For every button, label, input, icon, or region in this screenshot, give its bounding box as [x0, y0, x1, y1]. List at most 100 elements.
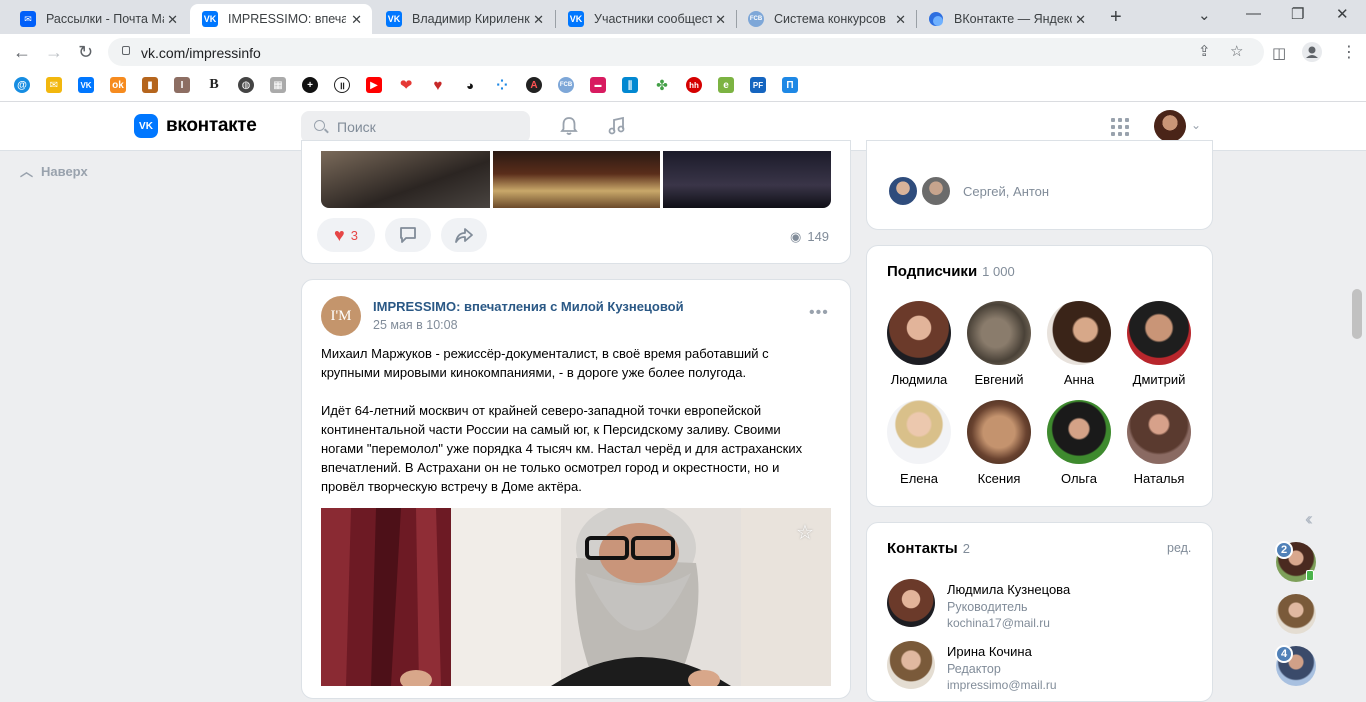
address-bar[interactable]: vk.com/impressinfo ⇪ ☆ — [108, 38, 1264, 66]
unread-badge: 4 — [1275, 645, 1293, 663]
edit-contacts-link[interactable]: ред. — [1167, 541, 1191, 555]
scroll-to-top-button[interactable]: ︿ Наверх — [20, 161, 88, 180]
tab-search-icon[interactable]: ⌄ — [1198, 6, 1211, 24]
contacts-header[interactable]: Контакты 2 — [887, 540, 970, 557]
subscriber-item[interactable]: Ольга — [1039, 400, 1119, 486]
vk-logo[interactable]: VK вконтакте — [134, 114, 257, 138]
subscribers-header[interactable]: Подписчики 1 000 — [887, 263, 1015, 280]
restore-button[interactable]: ❐ — [1291, 5, 1304, 23]
close-icon[interactable]: ✕ — [167, 12, 178, 28]
close-window-button[interactable]: ✕ — [1336, 5, 1349, 23]
friends-names[interactable]: Сергей, Антон — [963, 184, 1049, 199]
p-icon[interactable]: П — [782, 77, 798, 93]
heart-icon[interactable]: ♥ — [430, 77, 446, 94]
comment-button[interactable] — [385, 218, 431, 252]
subscriber-item[interactable]: Ксения — [959, 400, 1039, 486]
like-button[interactable]: ♥ 3 — [317, 218, 375, 252]
plus-icon[interactable]: + — [302, 77, 318, 93]
community-avatar[interactable]: I'M — [321, 296, 361, 336]
friend-avatar[interactable] — [920, 175, 952, 207]
more-options-icon[interactable]: ••• — [809, 304, 829, 322]
bookmark-star-icon[interactable]: ☆ — [1230, 42, 1243, 60]
subscriber-item[interactable]: Анна — [1039, 301, 1119, 387]
chevron-down-icon[interactable]: ⌄ — [1191, 118, 1201, 132]
e-icon[interactable]: e — [718, 77, 734, 93]
youtube-icon[interactable]: ▶ — [366, 77, 382, 93]
subscriber-item[interactable]: Евгений — [959, 301, 1039, 387]
afisha-icon[interactable]: A — [526, 77, 542, 93]
minimize-button[interactable]: — — [1246, 5, 1261, 22]
share-icon[interactable]: ⇪ — [1198, 42, 1211, 60]
post-author-link[interactable]: IMPRESSIMO: впечатления с Милой Кузнецов… — [373, 299, 684, 314]
new-tab-button[interactable]: + — [1110, 6, 1122, 29]
bookmark-icon[interactable]: ▦ — [270, 77, 286, 93]
subscriber-name: Ольга — [1060, 471, 1097, 486]
browser-tab[interactable]: ✉ Рассылки - Почта Ма ✕ — [8, 4, 188, 34]
post-date[interactable]: 25 мая в 10:08 — [373, 318, 458, 332]
bookmark-icon[interactable]: ✤ — [654, 77, 670, 93]
close-icon[interactable]: ✕ — [351, 12, 362, 28]
music-icon[interactable] — [606, 115, 628, 137]
browser-tab[interactable]: VK Участники сообщест ✕ — [556, 4, 736, 34]
back-icon[interactable]: ← — [13, 42, 31, 63]
page-scrollbar[interactable] — [1352, 289, 1362, 339]
bookmark-icon[interactable]: ▮ — [142, 77, 158, 93]
dots-icon[interactable]: ⁘ — [494, 77, 510, 93]
browser-tab[interactable]: ВКонтакте — Яндекс ✕ — [916, 4, 1096, 34]
close-icon[interactable]: ✕ — [895, 12, 906, 28]
gmail-icon[interactable]: ✉ — [46, 77, 62, 93]
heart-icon[interactable]: ❤ — [398, 77, 414, 94]
menu-kebab-icon[interactable]: ⋮ — [1341, 42, 1357, 62]
odnoklassniki-icon[interactable]: ok — [110, 77, 126, 93]
eye-icon: ◉ — [790, 229, 802, 244]
globe-icon[interactable]: ◍ — [238, 77, 254, 93]
share-button[interactable] — [441, 218, 487, 252]
side-panel-icon[interactable]: ◫ — [1272, 44, 1286, 62]
heart-icon: ♥ — [334, 224, 345, 245]
profile-icon[interactable] — [1302, 42, 1322, 62]
url-text[interactable]: vk.com/impressinfo — [141, 45, 261, 61]
browser-tab[interactable]: FCB Система конкурсов ✕ — [736, 4, 916, 34]
reload-icon[interactable]: ↻ — [78, 42, 93, 63]
pf-icon[interactable]: PF — [750, 77, 766, 93]
fcb-icon[interactable]: FCB — [558, 77, 574, 93]
user-avatar[interactable] — [1154, 110, 1186, 142]
close-icon[interactable]: ✕ — [1075, 12, 1086, 28]
browser-tab[interactable]: VK Владимир Кириленк ✕ — [374, 4, 554, 34]
search-input[interactable]: Поиск — [301, 111, 530, 143]
panda-icon[interactable]: ◕ — [462, 77, 478, 93]
post-photo[interactable] — [321, 151, 490, 208]
hh-icon[interactable]: hh — [686, 77, 702, 93]
mail-ru-icon[interactable]: @ — [14, 77, 30, 93]
close-icon[interactable]: ✕ — [715, 12, 726, 28]
contact-email[interactable]: kochina17@mail.ru — [947, 616, 1050, 630]
b-icon[interactable]: B — [206, 77, 222, 93]
vk-icon[interactable]: VK — [78, 77, 94, 93]
bookmark-icon[interactable]: I — [174, 77, 190, 93]
forward-icon[interactable]: → — [45, 42, 63, 63]
notifications-bell-icon[interactable] — [558, 115, 580, 137]
post-photo[interactable] — [663, 151, 831, 208]
contact-email[interactable]: impressimo@mail.ru — [947, 678, 1057, 692]
collapse-chats-icon[interactable]: ‹‹ — [1305, 509, 1313, 530]
subscriber-name: Дмитрий — [1132, 372, 1186, 387]
chat-avatar[interactable] — [1276, 594, 1316, 634]
subscriber-item[interactable]: Дмитрий — [1119, 301, 1199, 387]
contact-avatar[interactable] — [887, 579, 935, 627]
subscriber-item[interactable]: Людмила — [879, 301, 959, 387]
contact-name[interactable]: Ирина Кочина — [947, 644, 1032, 659]
post-photo[interactable] — [321, 508, 831, 686]
subscriber-item[interactable]: Елена — [879, 400, 959, 486]
browser-tab-active[interactable]: VK IMPRESSIMO: впечатл ✕ — [190, 4, 372, 34]
bookmark-icon[interactable]: ▬ — [590, 77, 606, 93]
friend-avatar[interactable] — [887, 175, 919, 207]
post-photo[interactable] — [493, 151, 660, 208]
subscriber-item[interactable]: Наталья — [1119, 400, 1199, 486]
close-icon[interactable]: ✕ — [533, 12, 544, 28]
contact-avatar[interactable] — [887, 641, 935, 689]
pause-icon[interactable]: ॥ — [334, 77, 350, 93]
contact-name[interactable]: Людмила Кузнецова — [947, 582, 1070, 597]
star-icon[interactable]: ☆ — [796, 520, 814, 545]
bookmark-icon[interactable]: ∥ — [622, 77, 638, 93]
apps-grid-icon[interactable] — [1111, 118, 1129, 136]
